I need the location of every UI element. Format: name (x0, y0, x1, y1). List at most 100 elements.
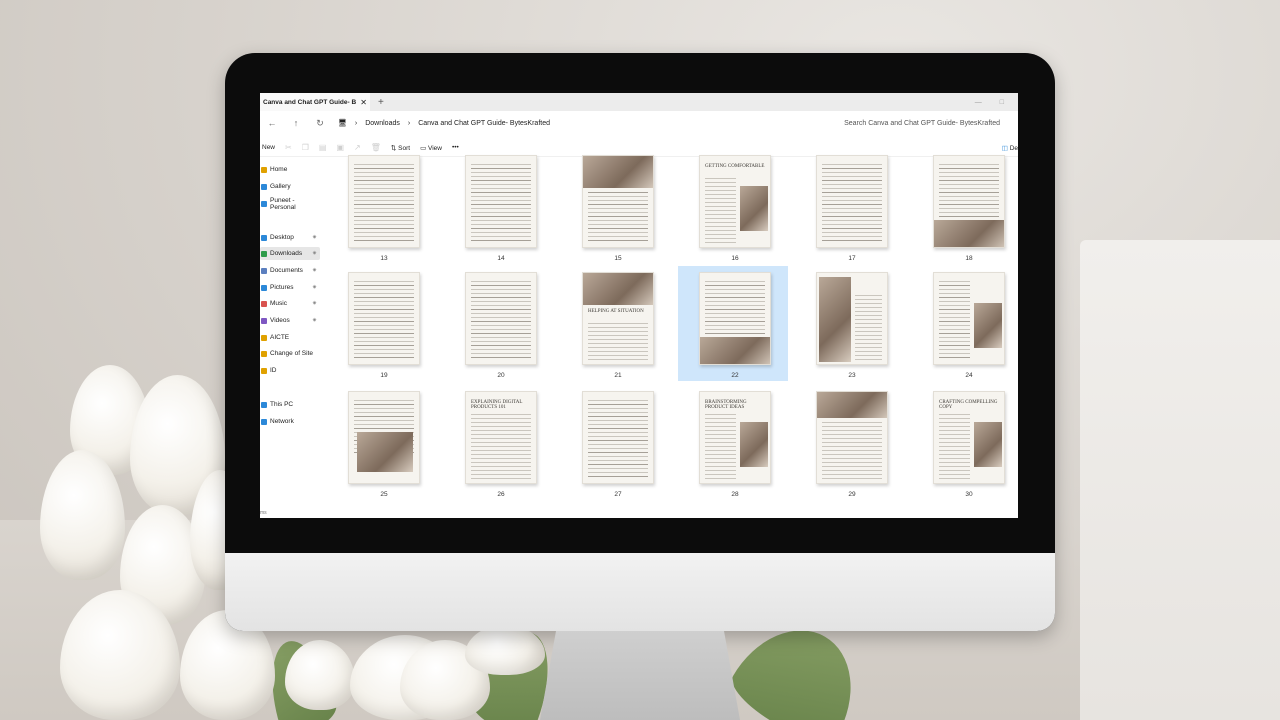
text-line (939, 462, 970, 463)
file-thumbnail[interactable]: 22 (678, 266, 788, 381)
text-line (939, 297, 970, 298)
file-thumbnail[interactable]: CRAFTING COMPELLING COPY 30 (912, 385, 1018, 500)
text-line (939, 293, 970, 294)
text-line (705, 438, 736, 439)
search-input[interactable]: Search Canva and Chat GPT Guide- BytesKr… (844, 120, 1000, 127)
new-button[interactable]: New (262, 144, 275, 151)
text-line (354, 208, 414, 209)
text-line (471, 240, 531, 241)
pin-icon[interactable]: ✷ (312, 250, 317, 257)
sidebar-item-puneet-personal[interactable]: Puneet - Personal (260, 196, 320, 211)
text-line (822, 172, 882, 173)
new-tab-button[interactable]: + (370, 97, 384, 108)
text-line (588, 200, 648, 201)
refresh-icon[interactable]: ↻ (308, 118, 332, 129)
pin-icon[interactable]: ✷ (312, 317, 317, 324)
cut-icon[interactable]: ✂ (285, 143, 292, 152)
text-line (471, 224, 531, 225)
text-line (354, 345, 414, 346)
text-line (354, 184, 414, 185)
text-line (588, 452, 648, 453)
file-thumbnail[interactable]: 20 (444, 266, 554, 381)
copy-icon[interactable]: ❐ (302, 143, 309, 152)
pin-icon[interactable]: ✷ (312, 234, 317, 241)
sidebar-item-music[interactable]: Music ✷ (260, 297, 320, 310)
up-icon[interactable]: ↑ (284, 118, 308, 128)
text-line (822, 212, 882, 213)
text-line (588, 236, 648, 237)
breadcrumb-downloads[interactable]: Downloads (365, 120, 400, 127)
text-line (354, 285, 414, 286)
file-thumbnail[interactable]: EXPLAINING DIGITAL PRODUCTS 101 26 (444, 385, 554, 500)
address-row: ← ↑ ↻ 🖥 › Downloads › Canva and Chat GPT… (260, 113, 1018, 133)
text-line (939, 349, 970, 350)
sidebar-item-videos[interactable]: Videos ✷ (260, 314, 320, 327)
text-line (471, 418, 531, 419)
computer-icon[interactable]: 🖥 (338, 119, 347, 127)
file-thumbnail[interactable]: 17 (795, 149, 905, 264)
file-thumbnail[interactable]: GETTING COMFORTABLE 16 (678, 149, 788, 264)
file-thumbnail[interactable]: 19 (327, 266, 437, 381)
page-preview (582, 155, 654, 248)
text-line (471, 446, 531, 447)
file-name: 27 (614, 491, 622, 498)
file-name: 29 (848, 491, 856, 498)
text-line (471, 462, 531, 463)
text-line (471, 325, 531, 326)
folder-icon (261, 350, 267, 357)
sidebar-item-gallery[interactable]: Gallery (260, 180, 320, 193)
file-thumbnail[interactable]: 14 (444, 149, 554, 264)
paste-icon[interactable]: ▤ (319, 143, 327, 152)
file-thumbnail[interactable]: 15 (561, 149, 671, 264)
window-tab[interactable]: Canva and Chat GPT Guide- B ✕ (260, 93, 370, 111)
minimize-icon[interactable]: — (975, 99, 982, 106)
file-thumbnail[interactable]: HELPING AT SITUATION 21 (561, 266, 671, 381)
sidebar-item-label: Puneet - Personal (270, 196, 296, 211)
text-line (939, 168, 999, 169)
file-thumbnail[interactable]: BRAINSTORMING PRODUCT IDEAS 28 (678, 385, 788, 500)
sidebar-item-this-pc[interactable]: This PC (260, 398, 320, 411)
sidebar-item-desktop[interactable]: Desktop ✷ (260, 231, 320, 244)
text-line (471, 414, 531, 415)
text-line (705, 226, 736, 227)
sidebar-item-change-of-site[interactable]: Change of Site (260, 347, 320, 360)
sidebar-item-aicte[interactable]: AICTE (260, 331, 320, 344)
text-line (588, 335, 648, 336)
breadcrumb[interactable]: 🖥 › Downloads › Canva and Chat GPT Guide… (338, 119, 550, 128)
text-line (822, 450, 882, 451)
folder-icon (261, 300, 267, 307)
sidebar-item-network[interactable]: Network (260, 415, 320, 428)
text-line (705, 470, 736, 471)
page-photo (700, 337, 770, 364)
pin-icon[interactable]: ✷ (312, 284, 317, 291)
text-line (939, 309, 970, 310)
text-line (354, 305, 414, 306)
text-line (471, 349, 531, 350)
text-line (822, 454, 882, 455)
file-thumbnail[interactable]: 25 (327, 385, 437, 500)
sidebar-item-home[interactable]: Home (260, 163, 320, 176)
page-photo (740, 422, 768, 467)
text-line (705, 186, 736, 187)
text-line (471, 470, 531, 471)
text-line (705, 422, 736, 423)
sidebar-item-label: Videos (270, 317, 290, 324)
file-thumbnail[interactable]: 29 (795, 385, 905, 500)
maximize-icon[interactable]: □ (1000, 99, 1004, 106)
breadcrumb-folder[interactable]: Canva and Chat GPT Guide- BytesKrafted (418, 120, 550, 127)
file-thumbnail[interactable]: 18 (912, 149, 1018, 264)
file-thumbnail[interactable]: 13 (327, 149, 437, 264)
text-line (354, 228, 414, 229)
sidebar-item-id[interactable]: ID (260, 364, 320, 377)
file-thumbnail[interactable]: 27 (561, 385, 671, 500)
text-line (354, 313, 414, 314)
close-tab-icon[interactable]: ✕ (360, 98, 367, 107)
sidebar-item-documents[interactable]: Documents ✷ (260, 264, 320, 277)
file-thumbnail[interactable]: 24 (912, 266, 1018, 381)
pin-icon[interactable]: ✷ (312, 300, 317, 307)
sidebar-item-downloads[interactable]: Downloads ✷ (260, 247, 320, 260)
back-icon[interactable]: ← (260, 118, 284, 128)
file-thumbnail[interactable]: CHAPTER 2 23 (795, 266, 905, 381)
sidebar-item-pictures[interactable]: Pictures ✷ (260, 281, 320, 294)
pin-icon[interactable]: ✷ (312, 267, 317, 274)
